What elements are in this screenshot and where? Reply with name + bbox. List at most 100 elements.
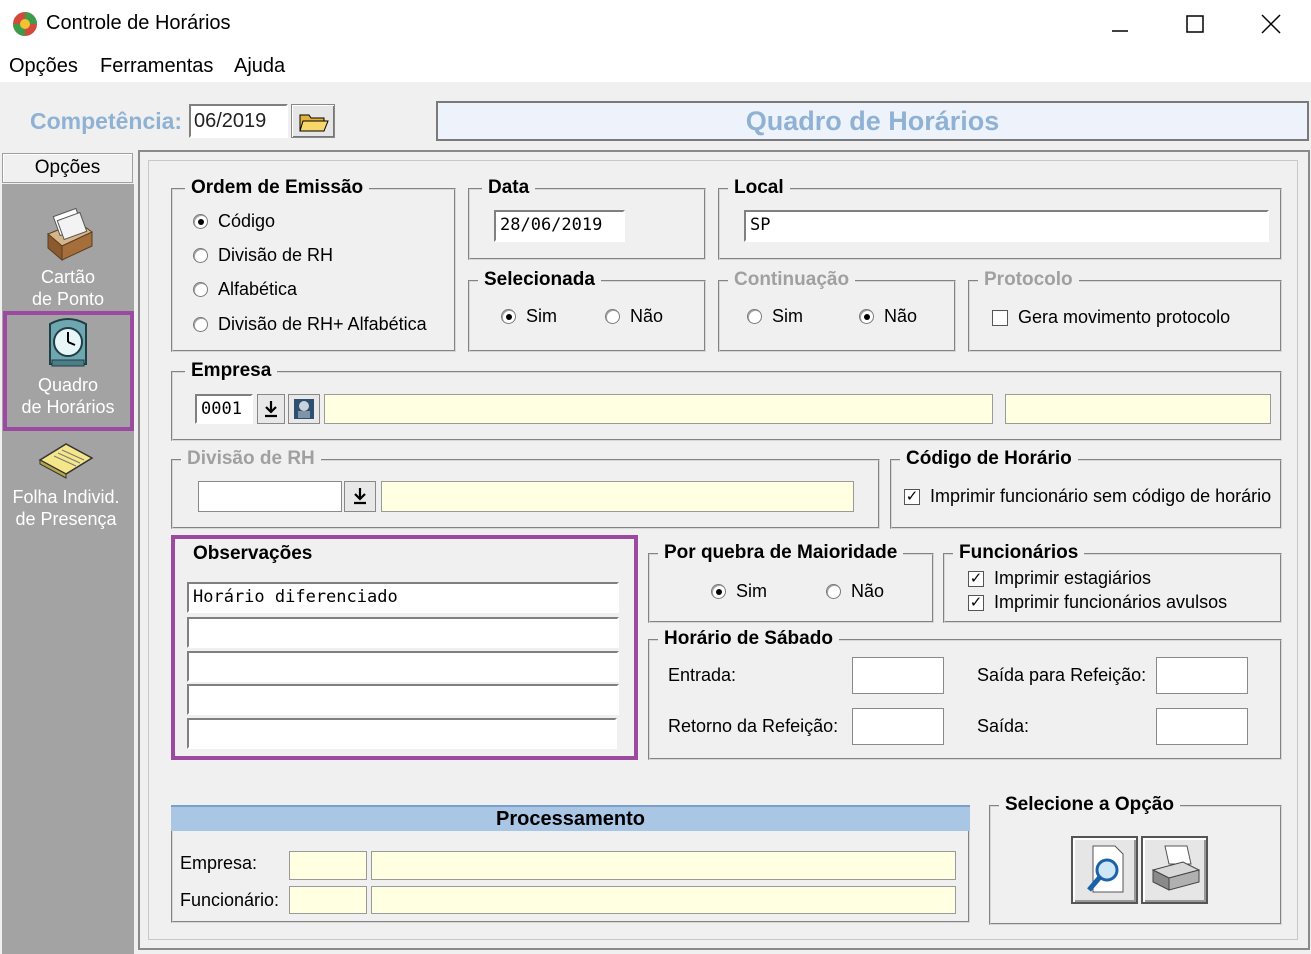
sidebar-item-label: Cartão <box>40 267 96 287</box>
checkbox-imprimir-avulsos[interactable]: ✓ Imprimir funcionários avulsos <box>968 592 1227 613</box>
sidebar-item-label: Folha Individ. <box>12 487 120 507</box>
sidebar-tab-opcoes[interactable]: Opções <box>2 153 133 183</box>
group-maioridade: Por quebra de Maioridade <box>648 542 934 623</box>
radio-label: Alfabética <box>218 279 298 299</box>
empresa-extra-field <box>1005 394 1271 424</box>
group-title: Protocolo <box>978 269 1079 291</box>
saida-label: Saída: <box>977 716 1030 736</box>
checkbox-label: Imprimir funcionário sem código de horár… <box>930 486 1272 506</box>
checkbox-label: Imprimir estagiários <box>994 568 1152 588</box>
radio-label: Sim <box>736 581 767 601</box>
menu-opcoes[interactable]: Opções <box>9 55 78 78</box>
observacao-line-1[interactable]: Horário diferenciado <box>187 582 619 613</box>
proc-funcionario-label: Funcionário: <box>180 890 280 910</box>
checkbox-box: ✓ <box>968 569 984 587</box>
radio-label: Não <box>630 306 664 326</box>
group-title: Continuação <box>728 269 856 291</box>
entrada-label: Entrada: <box>668 665 737 685</box>
group-title: Funcionários <box>953 542 1085 564</box>
retorno-refeicao-input[interactable] <box>852 708 944 745</box>
group-title: Selecionada <box>478 269 601 291</box>
divisao-code-input[interactable] <box>198 481 342 512</box>
menu-ajuda[interactable]: Ajuda <box>234 55 285 78</box>
radio-dot <box>605 309 620 324</box>
radio-continuacao-nao[interactable]: Não <box>859 306 917 327</box>
radio-label: Não <box>884 306 918 326</box>
minimize-button[interactable] <box>1097 6 1143 42</box>
radio-dot <box>193 317 208 332</box>
empresa-lookup-button[interactable] <box>257 394 285 424</box>
saida-refeicao-input[interactable] <box>1156 657 1248 694</box>
radio-continuacao-sim[interactable]: Sim <box>747 306 803 327</box>
empresa-code-input[interactable]: 0001 <box>195 394 253 424</box>
sheet-icon <box>38 443 94 479</box>
checkbox-box: ✓ <box>904 487 920 505</box>
radio-label: Divisão de RH <box>218 245 334 265</box>
sidebar-item-cartao-ponto[interactable]: Cartão de Ponto <box>2 208 134 310</box>
group-title: Por quebra de Maioridade <box>658 542 904 564</box>
maximize-icon <box>1186 15 1204 33</box>
download-arrow-icon <box>354 488 366 505</box>
radio-selecionada-sim[interactable]: Sim <box>501 306 557 327</box>
radio-alfabetica[interactable]: Alfabética <box>193 279 297 300</box>
sidebar-item-label: de Horários <box>21 397 115 417</box>
radio-dot <box>859 309 874 324</box>
sidebar-item-folha-presenca[interactable]: Folha Individ. de Presença <box>0 436 132 530</box>
competencia-input[interactable]: 06/2019 <box>189 104 288 138</box>
printer-icon <box>1151 845 1201 891</box>
radio-divisao-rh[interactable]: Divisão de RH <box>193 245 333 266</box>
checkbox-imprimir-estagiarios[interactable]: ✓ Imprimir estagiários <box>968 568 1151 589</box>
radio-maioridade-nao[interactable]: Não <box>826 581 884 602</box>
download-arrow-icon <box>265 401 277 418</box>
print-button[interactable] <box>1141 836 1208 904</box>
checkbox-label: Gera movimento protocolo <box>1018 307 1231 327</box>
proc-funcionario-code <box>289 886 367 914</box>
processamento-header: Processamento <box>171 805 970 831</box>
radio-selecionada-nao[interactable]: Não <box>605 306 663 327</box>
radio-codigo[interactable]: Código <box>193 211 275 232</box>
radio-dot <box>193 282 208 297</box>
person-search-icon <box>294 399 314 419</box>
saida-input[interactable] <box>1156 708 1248 745</box>
observacao-line-2[interactable] <box>187 617 619 648</box>
divisao-name-field <box>381 481 854 512</box>
group-title: Código de Horário <box>900 448 1078 470</box>
proc-empresa-code <box>289 851 367 880</box>
observacao-line-5[interactable] <box>187 718 617 749</box>
radio-label: Sim <box>526 306 557 326</box>
clock-icon <box>49 318 87 367</box>
checkbox-gera-protocolo[interactable]: Gera movimento protocolo <box>992 307 1230 328</box>
radio-dot <box>826 584 841 599</box>
close-icon <box>1261 14 1281 34</box>
open-folder-button[interactable] <box>291 104 335 138</box>
close-button[interactable] <box>1248 6 1294 42</box>
group-title: Ordem de Emissão <box>185 177 370 199</box>
observacao-line-4[interactable] <box>187 684 619 715</box>
radio-label: Não <box>851 581 885 601</box>
proc-empresa-label: Empresa: <box>180 853 258 873</box>
checkbox-box: ✓ <box>968 593 984 611</box>
radio-divisao-alfabetica[interactable]: Divisão de RH+ Alfabética <box>193 314 427 335</box>
proc-funcionario-name <box>371 886 956 914</box>
radio-maioridade-sim[interactable]: Sim <box>711 581 767 602</box>
entrada-input[interactable] <box>852 657 944 694</box>
divisao-lookup-button[interactable] <box>344 481 376 512</box>
group-title: Data <box>482 177 536 199</box>
empresa-search-button[interactable] <box>288 394 320 424</box>
radio-label: Divisão de RH+ Alfabética <box>218 314 427 334</box>
maximize-button[interactable] <box>1172 6 1218 42</box>
data-input[interactable]: 28/06/2019 <box>494 210 625 242</box>
group-title: Divisão de RH <box>181 448 321 470</box>
app-globe-icon <box>13 12 37 36</box>
preview-button[interactable] <box>1071 836 1138 904</box>
checkbox-sem-codigo-horario[interactable]: ✓ Imprimir funcionário sem código de horá… <box>904 486 1271 507</box>
group-title: Horário de Sábado <box>658 628 839 650</box>
radio-dot <box>193 248 208 263</box>
local-input[interactable]: SP <box>744 210 1269 242</box>
saida-refeicao-label: Saída para Refeição: <box>977 665 1147 685</box>
menu-ferramentas[interactable]: Ferramentas <box>100 55 213 78</box>
sidebar-item-quadro-horarios[interactable]: Quadro de Horários <box>2 316 134 418</box>
radio-dot <box>501 309 516 324</box>
radio-dot <box>193 214 208 229</box>
observacao-line-3[interactable] <box>187 651 619 682</box>
